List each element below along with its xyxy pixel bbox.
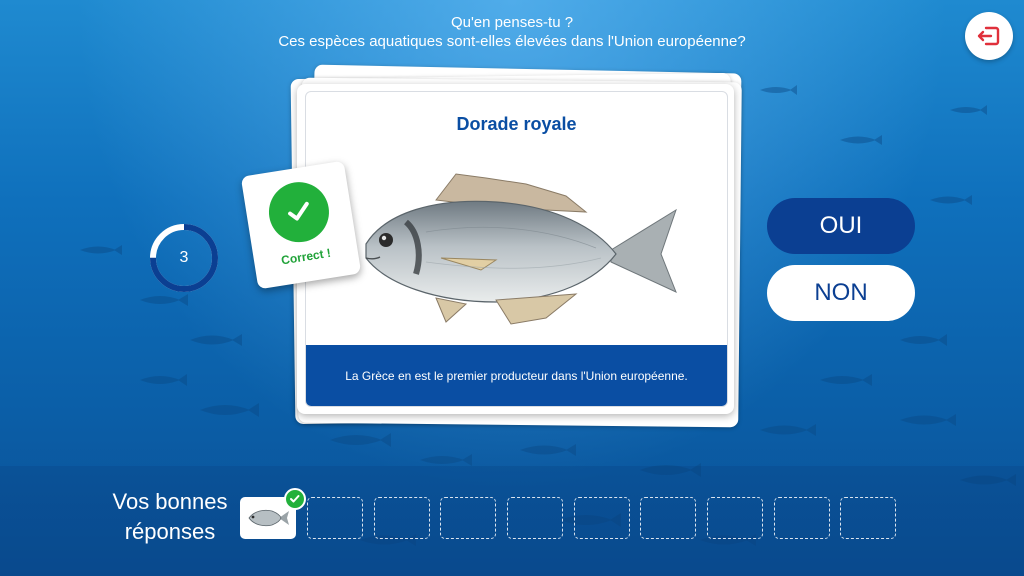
correct-label: Correct ! bbox=[280, 245, 332, 268]
timer-value: 3 bbox=[179, 249, 189, 266]
answer-slot-empty bbox=[640, 497, 696, 539]
slot-checkmark-icon bbox=[284, 488, 306, 510]
answer-slot-empty bbox=[574, 497, 630, 539]
species-card-inner: Dorade royale La Grèce en est le premier… bbox=[305, 91, 728, 407]
species-fact: La Grèce en est le premier producteur da… bbox=[306, 345, 727, 406]
species-card: Dorade royale La Grèce en est le premier… bbox=[297, 84, 734, 414]
question-line-2: Ces espèces aquatiques sont-elles élevée… bbox=[278, 33, 746, 50]
results-label-line-1: Vos bonnes bbox=[112, 489, 228, 514]
answer-slot-empty bbox=[840, 497, 896, 539]
countdown-timer: 3 bbox=[148, 222, 220, 294]
answer-slot-empty bbox=[774, 497, 830, 539]
yes-button[interactable]: OUI bbox=[767, 198, 915, 254]
results-label: Vos bonnes réponses bbox=[100, 487, 240, 547]
answer-slot-empty bbox=[707, 497, 763, 539]
answer-slot-empty bbox=[507, 497, 563, 539]
question-line-1: Qu'en penses-tu ? bbox=[450, 14, 574, 31]
no-button[interactable]: NON bbox=[767, 265, 915, 321]
results-label-line-2: réponses bbox=[124, 519, 216, 544]
sea-bream-thumbnail-icon bbox=[248, 509, 289, 527]
exit-button[interactable] bbox=[965, 12, 1013, 60]
question-text: Qu'en penses-tu ? Ces espèces aquatiques… bbox=[212, 13, 812, 51]
answer-slot-empty bbox=[440, 497, 496, 539]
answer-slot-empty bbox=[307, 497, 363, 539]
correct-feedback-badge: Correct ! bbox=[240, 160, 362, 290]
small-check-icon bbox=[290, 495, 300, 503]
checkmark-icon bbox=[288, 201, 309, 221]
species-name: Dorade royale bbox=[456, 114, 577, 134]
answer-slot-empty bbox=[374, 497, 430, 539]
correct-circle bbox=[264, 177, 334, 247]
sea-bream-fish-illustration bbox=[365, 173, 677, 325]
exit-icon bbox=[977, 26, 1000, 46]
